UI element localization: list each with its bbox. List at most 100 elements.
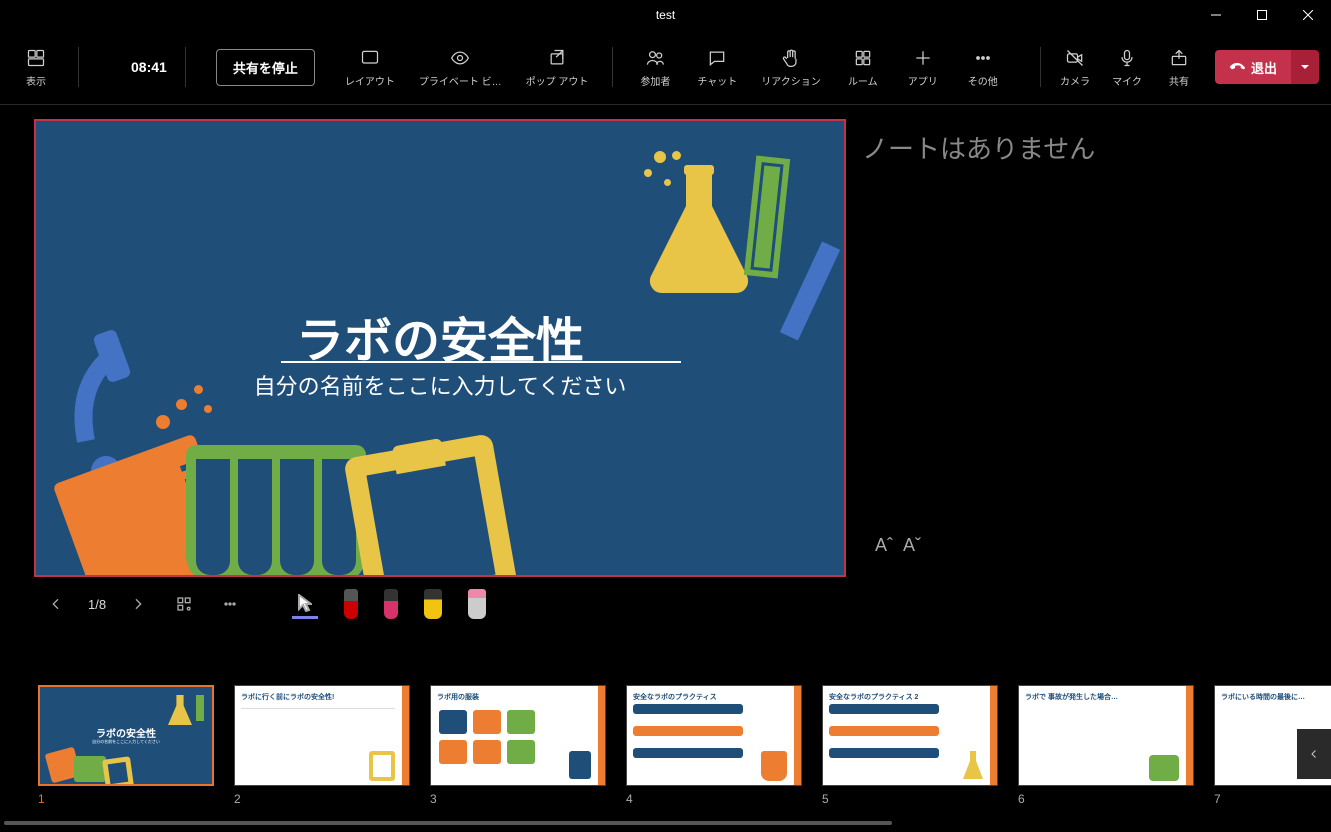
thumbnail-6[interactable]: ラボで 事故が発生した場合… 6 xyxy=(1018,685,1194,806)
separator xyxy=(1040,47,1041,87)
layout-button[interactable]: レイアウト xyxy=(339,37,401,97)
yellow-highlighter-button[interactable] xyxy=(424,589,442,619)
camera-off-icon xyxy=(1064,47,1086,69)
grid-icon xyxy=(25,47,47,69)
slide-subtitle: 自分の名前をここに入力してください xyxy=(254,369,627,401)
camera-button[interactable]: カメラ xyxy=(1051,37,1099,97)
thumbnail-title: ラボにいる時間の最後に… xyxy=(1221,692,1305,702)
stop-sharing-button[interactable]: 共有を停止 xyxy=(216,49,315,86)
thumbnail-title: 安全なラボのプラクティス 2 xyxy=(829,692,918,702)
more-label: その他 xyxy=(968,73,998,88)
clipboard-icon xyxy=(343,433,519,577)
thumbnail-1[interactable]: ラボの安全性 自分の名前をここに入力してください 1 xyxy=(38,685,214,806)
chat-button[interactable]: チャット xyxy=(691,37,743,97)
thumbnail-title: ラボ用の服装 xyxy=(437,692,479,702)
private-view-button[interactable]: プライベート ビ… xyxy=(413,37,508,97)
scroll-thumbnails-right-button[interactable] xyxy=(1297,729,1331,779)
eye-icon xyxy=(449,47,471,69)
thumbnail-number: 7 xyxy=(1214,792,1331,806)
layout-icon xyxy=(359,47,381,69)
cursor-tool-button[interactable] xyxy=(292,594,318,619)
eraser-button[interactable] xyxy=(468,589,486,619)
popout-button[interactable]: ポップ アウト xyxy=(520,37,595,97)
content-area: ラボの安全性 自分の名前をここに入力してください xyxy=(0,105,1331,657)
share-label: 共有 xyxy=(1169,73,1189,88)
camera-label: カメラ xyxy=(1060,73,1090,88)
current-slide[interactable]: ラボの安全性 自分の名前をここに入力してください xyxy=(34,119,846,577)
mic-button[interactable]: マイク xyxy=(1103,37,1151,97)
flask-icon xyxy=(644,161,754,301)
separator xyxy=(612,47,613,87)
meeting-timer: 08:41 xyxy=(131,59,167,75)
share-up-icon xyxy=(1168,47,1190,69)
leave-options-button[interactable] xyxy=(1291,50,1319,84)
leave-wrap: 退出 xyxy=(1215,50,1319,84)
thumbnail-number: 6 xyxy=(1018,792,1194,806)
plus-icon xyxy=(912,47,934,69)
increase-font-button[interactable]: Aˆ xyxy=(875,535,893,556)
layout-label: レイアウト xyxy=(345,73,395,88)
thumbnail-title: ラボの安全性 xyxy=(96,725,156,740)
thumbnail-number: 1 xyxy=(38,792,214,806)
minimize-button[interactable] xyxy=(1193,0,1239,30)
red-pen-button[interactable] xyxy=(344,589,358,619)
thumbnail-2[interactable]: ラボに行く前にラボの安全性! 2 xyxy=(234,685,410,806)
thumbnail-number: 3 xyxy=(430,792,606,806)
test-tubes-icon xyxy=(186,445,366,577)
rooms-label: ルーム xyxy=(848,73,878,88)
grid-view-button[interactable] xyxy=(170,590,198,618)
thumbnail-title: 安全なラボのプラクティス xyxy=(633,692,717,702)
window-title: test xyxy=(138,8,1193,22)
people-icon xyxy=(644,47,666,69)
pink-pen-button[interactable] xyxy=(384,589,398,619)
window-controls xyxy=(1193,0,1331,30)
font-size-controls: Aˆ Aˇ xyxy=(875,535,921,556)
hand-icon xyxy=(780,47,802,69)
next-slide-button[interactable] xyxy=(124,590,152,618)
notes-text: ノートはありません xyxy=(862,129,1323,166)
titlebar: test xyxy=(0,0,1331,30)
reactions-label: リアクション xyxy=(761,73,821,88)
bubbles-icon xyxy=(156,385,226,435)
rooms-icon xyxy=(852,47,874,69)
thumbnail-title: ラボで 事故が発生した場合… xyxy=(1025,692,1118,702)
thumbnail-5[interactable]: 安全なラボのプラクティス 2 5 xyxy=(822,685,998,806)
thumbnail-strip: ラボの安全性 自分の名前をここに入力してください 1 ラボに行く前にラボの安全性… xyxy=(0,657,1331,832)
participants-button[interactable]: 参加者 xyxy=(631,37,679,97)
view-button[interactable]: 表示 xyxy=(12,37,60,97)
rooms-button[interactable]: ルーム xyxy=(839,37,887,97)
leave-button[interactable]: 退出 xyxy=(1215,50,1291,84)
reactions-button[interactable]: リアクション xyxy=(755,37,827,97)
notes-panel: ノートはありません xyxy=(862,119,1323,657)
private-label: プライベート ビ… xyxy=(419,73,502,88)
pencil-icon xyxy=(780,241,840,340)
thumbnail-4[interactable]: 安全なラボのプラクティス 4 xyxy=(626,685,802,806)
meeting-toolbar: 表示 08:41 共有を停止 レイアウト プライベート ビ… ポップ アウト 参… xyxy=(0,30,1331,105)
thumbnail-number: 5 xyxy=(822,792,998,806)
participants-label: 参加者 xyxy=(640,73,670,88)
title-underline xyxy=(281,361,681,363)
apps-label: アプリ xyxy=(908,73,938,88)
thumbnail-number: 2 xyxy=(234,792,410,806)
apps-button[interactable]: アプリ xyxy=(899,37,947,97)
maximize-button[interactable] xyxy=(1239,0,1285,30)
thumbnail-3[interactable]: ラボ用の服装 3 xyxy=(430,685,606,806)
popout-label: ポップ アウト xyxy=(526,73,589,88)
separator xyxy=(185,47,186,87)
prev-slide-button[interactable] xyxy=(42,590,70,618)
view-label: 表示 xyxy=(26,73,46,88)
separator xyxy=(78,47,79,87)
mic-label: マイク xyxy=(1112,73,1142,88)
leave-label: 退出 xyxy=(1251,58,1277,77)
page-indicator: 1/8 xyxy=(88,597,106,612)
more-options-button[interactable] xyxy=(216,590,244,618)
close-button[interactable] xyxy=(1285,0,1331,30)
more-button[interactable]: その他 xyxy=(959,37,1007,97)
thumbnail-number: 4 xyxy=(626,792,802,806)
share-button[interactable]: 共有 xyxy=(1155,37,1203,97)
decrease-font-button[interactable]: Aˇ xyxy=(903,535,921,556)
horizontal-scrollbar[interactable] xyxy=(4,818,1273,828)
more-icon xyxy=(972,47,994,69)
popout-icon xyxy=(546,47,568,69)
shield-icon[interactable] xyxy=(97,56,119,78)
